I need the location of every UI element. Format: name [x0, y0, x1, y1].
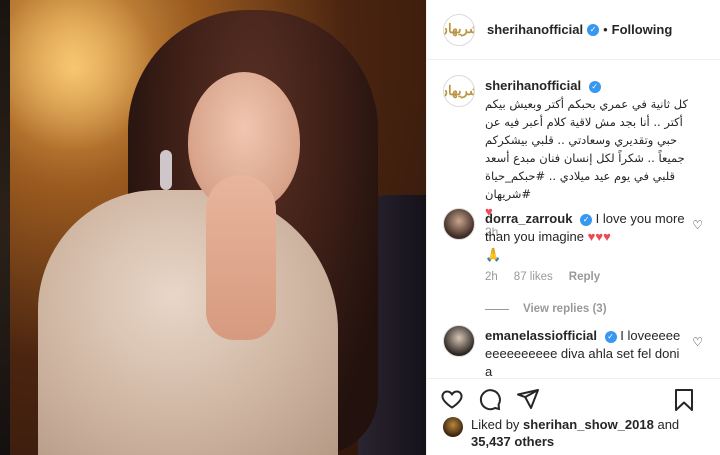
photo-dress — [38, 190, 338, 455]
caption-author-avatar[interactable]: شريهان — [443, 75, 475, 107]
liked-by-line: Liked by sherihan_show_2018 and 35,437 o… — [443, 416, 713, 450]
comment-likes[interactable]: 87 likes — [514, 268, 553, 286]
liked-by-and: and — [657, 417, 680, 432]
liker-username[interactable]: sherihan_show_2018 — [523, 417, 654, 432]
author-username[interactable]: sherihanofficial — [487, 22, 583, 37]
author-avatar[interactable]: شريهان — [443, 13, 475, 46]
verified-badge-icon: ✓ — [587, 23, 600, 36]
verified-badge-icon: ✓ — [588, 81, 601, 93]
comment-icon[interactable] — [477, 386, 503, 412]
commenter-avatar[interactable] — [443, 208, 475, 240]
post-photo[interactable] — [10, 0, 426, 455]
view-replies-line — [485, 308, 509, 310]
view-replies-label: View replies (3) — [523, 303, 607, 315]
caption-logo-mark: شريهان — [444, 83, 474, 99]
bookmark-icon[interactable] — [671, 387, 697, 413]
comment-like-heart-icon[interactable]: ♡ — [692, 218, 703, 232]
liked-by-prefix: Liked by — [471, 417, 520, 432]
post-side-panel: شريهان sherihanofficial ✓ • Following شر… — [426, 0, 720, 455]
comment-like-heart-icon[interactable]: ♡ — [692, 335, 703, 349]
comment-item: dorra_zarrouk ✓ I love you more than you… — [443, 208, 711, 318]
pray-emoji: 🙏 — [485, 247, 502, 262]
heart-outline-icon[interactable] — [439, 386, 465, 412]
reply-button[interactable]: Reply — [569, 268, 600, 286]
likes-count[interactable]: 35,437 others — [471, 434, 554, 449]
separator-dot: • — [603, 22, 608, 37]
comments-list[interactable]: شريهان sherihanofficial ✓ كل ثانية في عم… — [427, 61, 720, 378]
adjacent-post-edge — [0, 0, 10, 455]
caption-text: كل ثانية في عمري بحبكم أكتر وبعيش بيكم أ… — [485, 97, 688, 201]
author-logo-mark: شريهان — [444, 22, 474, 37]
verified-badge-icon: ✓ — [580, 214, 593, 226]
caption-entry: شريهان sherihanofficial ✓ كل ثانية في عم… — [443, 75, 711, 239]
liker-avatar[interactable] — [443, 417, 463, 437]
photo-hands — [206, 175, 276, 340]
comment-meta: 2h 87 likes Reply — [485, 268, 685, 286]
commenter-username[interactable]: emanelassiofficial — [485, 328, 597, 343]
red-hearts-emoji: ♥♥♥ — [587, 229, 611, 244]
share-icon[interactable] — [515, 386, 541, 412]
liked-by-text: Liked by sherihan_show_2018 and 35,437 o… — [471, 416, 713, 450]
post-header: شريهان sherihanofficial ✓ • Following — [427, 0, 720, 60]
comment-body: emanelassiofficial ✓ I loveeeeeeeeeeeeee… — [485, 327, 685, 378]
comment-timestamp[interactable]: 2h — [485, 268, 498, 286]
view-replies-button[interactable]: View replies (3) — [485, 300, 685, 318]
caption-username[interactable]: sherihanofficial — [485, 78, 581, 93]
commenter-avatar[interactable] — [443, 325, 475, 357]
comment-body: dorra_zarrouk ✓ I love you more than you… — [485, 210, 685, 318]
comment-item: emanelassiofficial ✓ I loveeeeeeeeeeeeee… — [443, 325, 711, 378]
commenter-username[interactable]: dorra_zarrouk — [485, 211, 572, 226]
verified-badge-icon: ✓ — [604, 331, 617, 343]
following-button[interactable]: Following — [612, 22, 673, 37]
action-bar — [427, 378, 720, 418]
photo-earring — [160, 150, 172, 190]
